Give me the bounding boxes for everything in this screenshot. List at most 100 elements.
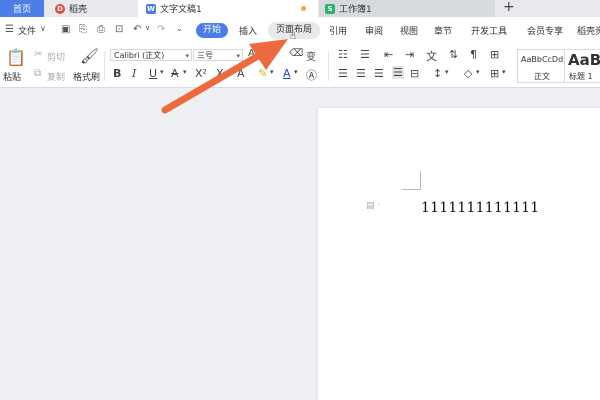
menu-review[interactable]: 审阅 (365, 24, 383, 37)
char-border-icon[interactable]: Ⓐ (306, 67, 317, 83)
line-spacing-chevron-icon[interactable]: ▾ (445, 68, 449, 76)
redo-icon[interactable]: ↷ (157, 24, 165, 35)
straw-app-icon: D (55, 3, 65, 14)
italic-icon[interactable]: I (132, 67, 136, 80)
font-color-chevron-icon[interactable]: ▾ (294, 68, 298, 76)
menu-reference[interactable]: 引用 (329, 24, 347, 37)
menu-chapter[interactable]: 章节 (434, 24, 452, 37)
align-left-icon[interactable]: ☰ (338, 67, 348, 80)
increase-font-icon[interactable]: A⁺ (248, 48, 260, 59)
bullet-list-icon[interactable]: ☷ (338, 48, 348, 61)
borders-chevron-icon[interactable]: ▾ (502, 68, 506, 76)
unsaved-dot-icon (301, 6, 306, 11)
font-name-chevron-icon: ▾ (185, 52, 189, 60)
menu-view[interactable]: 视图 (400, 24, 418, 37)
writer-app-icon: W (146, 3, 156, 14)
justify-icon[interactable]: ☰ (392, 66, 404, 79)
format-painter-button[interactable]: 格式刷 (73, 70, 100, 83)
save-icon[interactable]: ▣ (61, 24, 70, 35)
font-name-value: Calibri (正文) (114, 51, 165, 60)
style-heading-sample: AaBb (568, 51, 600, 69)
pinyin-guide-icon[interactable]: 变 (306, 48, 316, 63)
menu-file[interactable]: 文件 (18, 24, 36, 37)
sort-icon[interactable]: ⇅ (449, 48, 458, 61)
document-page[interactable] (318, 108, 600, 400)
tab-straw-label: 稻壳 (69, 5, 88, 15)
menu-docer[interactable]: 稻壳资 (577, 24, 600, 37)
strikethrough-icon[interactable]: A (171, 67, 179, 80)
toolbar-divider (328, 51, 329, 81)
copy-button[interactable]: 复制 (47, 70, 65, 83)
tab-document-label: 文字文稿1 (160, 5, 202, 15)
underline-chevron-icon[interactable]: ▾ (160, 68, 164, 76)
paragraph-handle-icon[interactable]: ▤ · (366, 201, 380, 211)
show-marks-icon[interactable]: ¶ (470, 48, 477, 61)
decrease-font-icon[interactable]: A⁻ (268, 48, 280, 59)
subscript-icon[interactable]: X₂ (216, 67, 228, 80)
print-icon[interactable]: ⎙ (97, 24, 105, 35)
format-painter-icon[interactable]: 🖌 (80, 47, 99, 65)
copy-icon[interactable]: ⧉ (34, 68, 41, 79)
text-effect-icon[interactable]: A (237, 67, 245, 80)
file-chevron-down-icon[interactable]: ∨ (40, 24, 46, 33)
superscript-icon[interactable]: X² (195, 67, 207, 80)
strike-chevron-icon[interactable]: ▾ (183, 68, 187, 76)
font-size-value: 三号 (197, 51, 213, 60)
hamburger-menu-icon[interactable]: ☰ (5, 24, 14, 35)
font-size-select[interactable]: 三号 ▾ (193, 49, 243, 61)
style-normal[interactable]: AaBbCcDd 正文 (517, 49, 565, 83)
font-name-select[interactable]: Calibri (正文) ▾ (110, 49, 192, 61)
tab-straw[interactable]: D 稻壳 (45, 0, 137, 17)
highlight-chevron-icon[interactable]: ▾ (270, 68, 274, 76)
cut-icon[interactable]: ✂ (34, 49, 42, 60)
table-lines-icon[interactable]: ⊞ (490, 48, 499, 61)
align-right-icon[interactable]: ☰ (374, 67, 384, 80)
tab-spreadsheet-label: 工作簿1 (339, 5, 372, 15)
style-normal-sample: AaBbCcDd (521, 55, 564, 64)
toolbar-divider (104, 51, 105, 81)
new-tab-button[interactable]: + (503, 0, 515, 15)
font-color-icon[interactable]: A (283, 67, 291, 80)
numbered-list-icon[interactable]: ☰ (360, 48, 370, 61)
print-preview-icon[interactable]: ⊡ (115, 24, 123, 35)
document-body-text[interactable]: 1111111111111 (421, 200, 539, 216)
sheet-app-icon: S (325, 3, 335, 14)
menu-start[interactable]: 开始 (196, 23, 228, 38)
home-toolbar: 📋 粘贴 ✂ 剪切 ⧉ 复制 🖌 格式刷 Calibri (正文) ▾ 三号 ▾… (0, 45, 600, 88)
distributed-icon[interactable]: ⊟ (410, 67, 419, 80)
export-pdf-icon[interactable]: ⎘ (79, 24, 87, 35)
undo-chevron-icon[interactable]: ∨ (145, 24, 150, 32)
borders-icon[interactable]: ⊞ (490, 67, 499, 80)
increase-indent-icon[interactable]: ⇥ (405, 48, 414, 61)
paste-button[interactable]: 粘贴 (3, 70, 21, 83)
style-normal-label: 正文 (534, 72, 550, 81)
decrease-indent-icon[interactable]: ⇤ (384, 48, 393, 61)
mouse-cursor-icon: ☝ (290, 31, 297, 42)
menu-developer-tools[interactable]: 开发工具 (471, 24, 507, 37)
style-heading-label: 标题 1 (569, 72, 593, 81)
page-margin-corner-mark (402, 171, 421, 190)
undo-icon[interactable]: ↶ (133, 24, 141, 35)
line-spacing-icon[interactable]: ↕ (433, 67, 442, 80)
window-tab-bar: 首页 D 稻壳 W 文字文稿1 S 工作簿1 + (0, 0, 600, 17)
tab-home[interactable]: 首页 (0, 0, 44, 17)
bold-icon[interactable]: B (113, 67, 121, 80)
menu-insert[interactable]: 插入 (239, 24, 257, 37)
align-center-icon[interactable]: ☰ (356, 67, 366, 80)
ribbon-menu-bar: ☰ 文件 ∨ ▣ ⎘ ⎙ ⊡ ↶ ∨ ↷ ⌄ 开始 插入 页面布局 引用 审阅 … (0, 17, 600, 46)
underline-icon[interactable]: U (149, 67, 157, 80)
cut-button[interactable]: 剪切 (47, 50, 65, 63)
tab-document[interactable]: W 文字文稿1 (138, 0, 318, 17)
highlight-icon[interactable]: ✎ (258, 67, 267, 80)
shading-icon[interactable]: ◇ (464, 67, 472, 80)
tab-spreadsheet[interactable]: S 工作簿1 (319, 0, 495, 17)
tab-home-label: 首页 (12, 5, 31, 15)
style-heading-1[interactable]: AaBb 标题 1 (566, 49, 600, 83)
shading-chevron-icon[interactable]: ▾ (476, 68, 480, 76)
clear-format-icon[interactable]: ⌫ (289, 48, 303, 59)
font-size-chevron-icon: ▾ (236, 52, 240, 60)
customize-chevron-icon[interactable]: ⌄ (176, 24, 183, 33)
paste-icon[interactable]: 📋 (6, 48, 26, 67)
chinese-layout-icon[interactable]: 文 (426, 48, 437, 64)
menu-member[interactable]: 会员专享 (527, 24, 563, 37)
